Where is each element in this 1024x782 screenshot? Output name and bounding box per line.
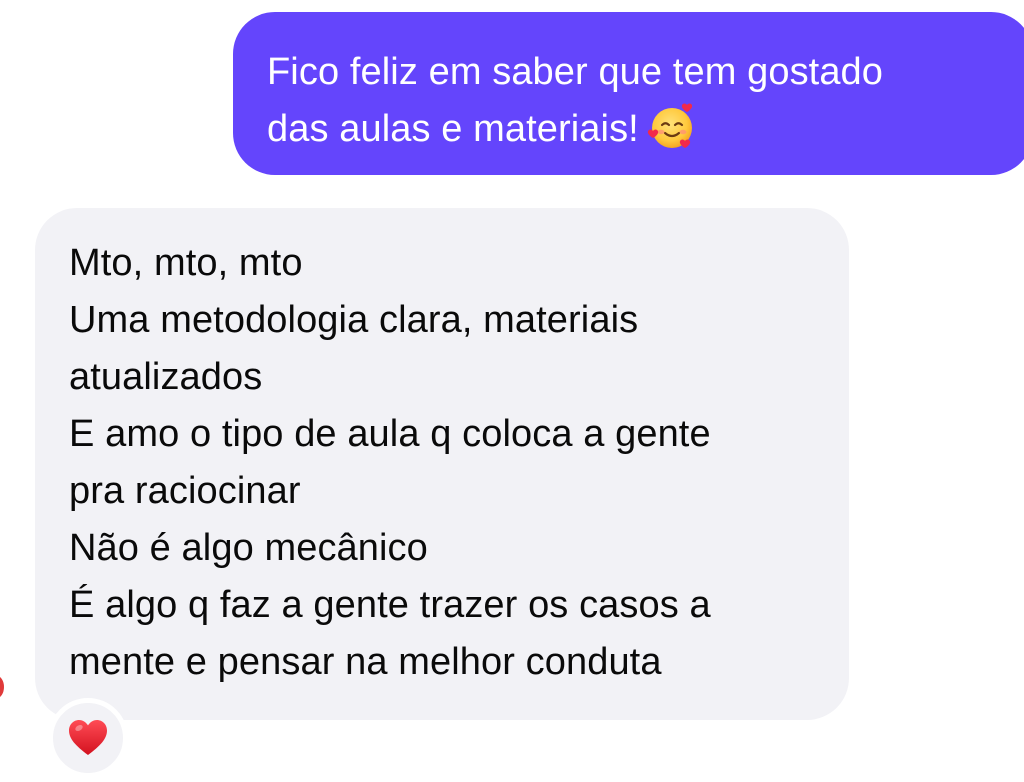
received-message-line-3: atualizados bbox=[69, 356, 263, 398]
received-message-line-5: pra raciocinar bbox=[69, 470, 301, 512]
heart-reaction[interactable] bbox=[48, 698, 128, 778]
received-message-line-1: Mto, mto, mto bbox=[69, 242, 303, 284]
sent-message-line-2-text: das aulas e materiais! bbox=[267, 108, 639, 150]
sent-message-bubble[interactable]: Fico feliz em saber que tem gostado das … bbox=[233, 12, 1024, 175]
received-message-bubble[interactable]: Mto, mto, mto Uma metodologia clara, mat… bbox=[35, 208, 849, 720]
sender-avatar[interactable] bbox=[0, 676, 4, 698]
received-message-line-8: mente e pensar na melhor conduta bbox=[69, 641, 662, 683]
red-heart-icon bbox=[69, 720, 107, 755]
smiling-face-with-hearts-icon bbox=[647, 101, 697, 151]
sent-message-line-2: das aulas e materiais! bbox=[267, 101, 993, 158]
received-message-line-7: É algo q faz a gente trazer os casos a bbox=[69, 584, 711, 626]
received-message-line-2: Uma metodologia clara, materiais bbox=[69, 299, 639, 341]
received-message-line-6: Não é algo mecânico bbox=[69, 527, 428, 569]
message-thread: Fico feliz em saber que tem gostado das … bbox=[0, 0, 1024, 782]
sent-message-line-1: Fico feliz em saber que tem gostado bbox=[267, 51, 884, 93]
received-message-line-4: E amo o tipo de aula q coloca a gente bbox=[69, 413, 711, 455]
